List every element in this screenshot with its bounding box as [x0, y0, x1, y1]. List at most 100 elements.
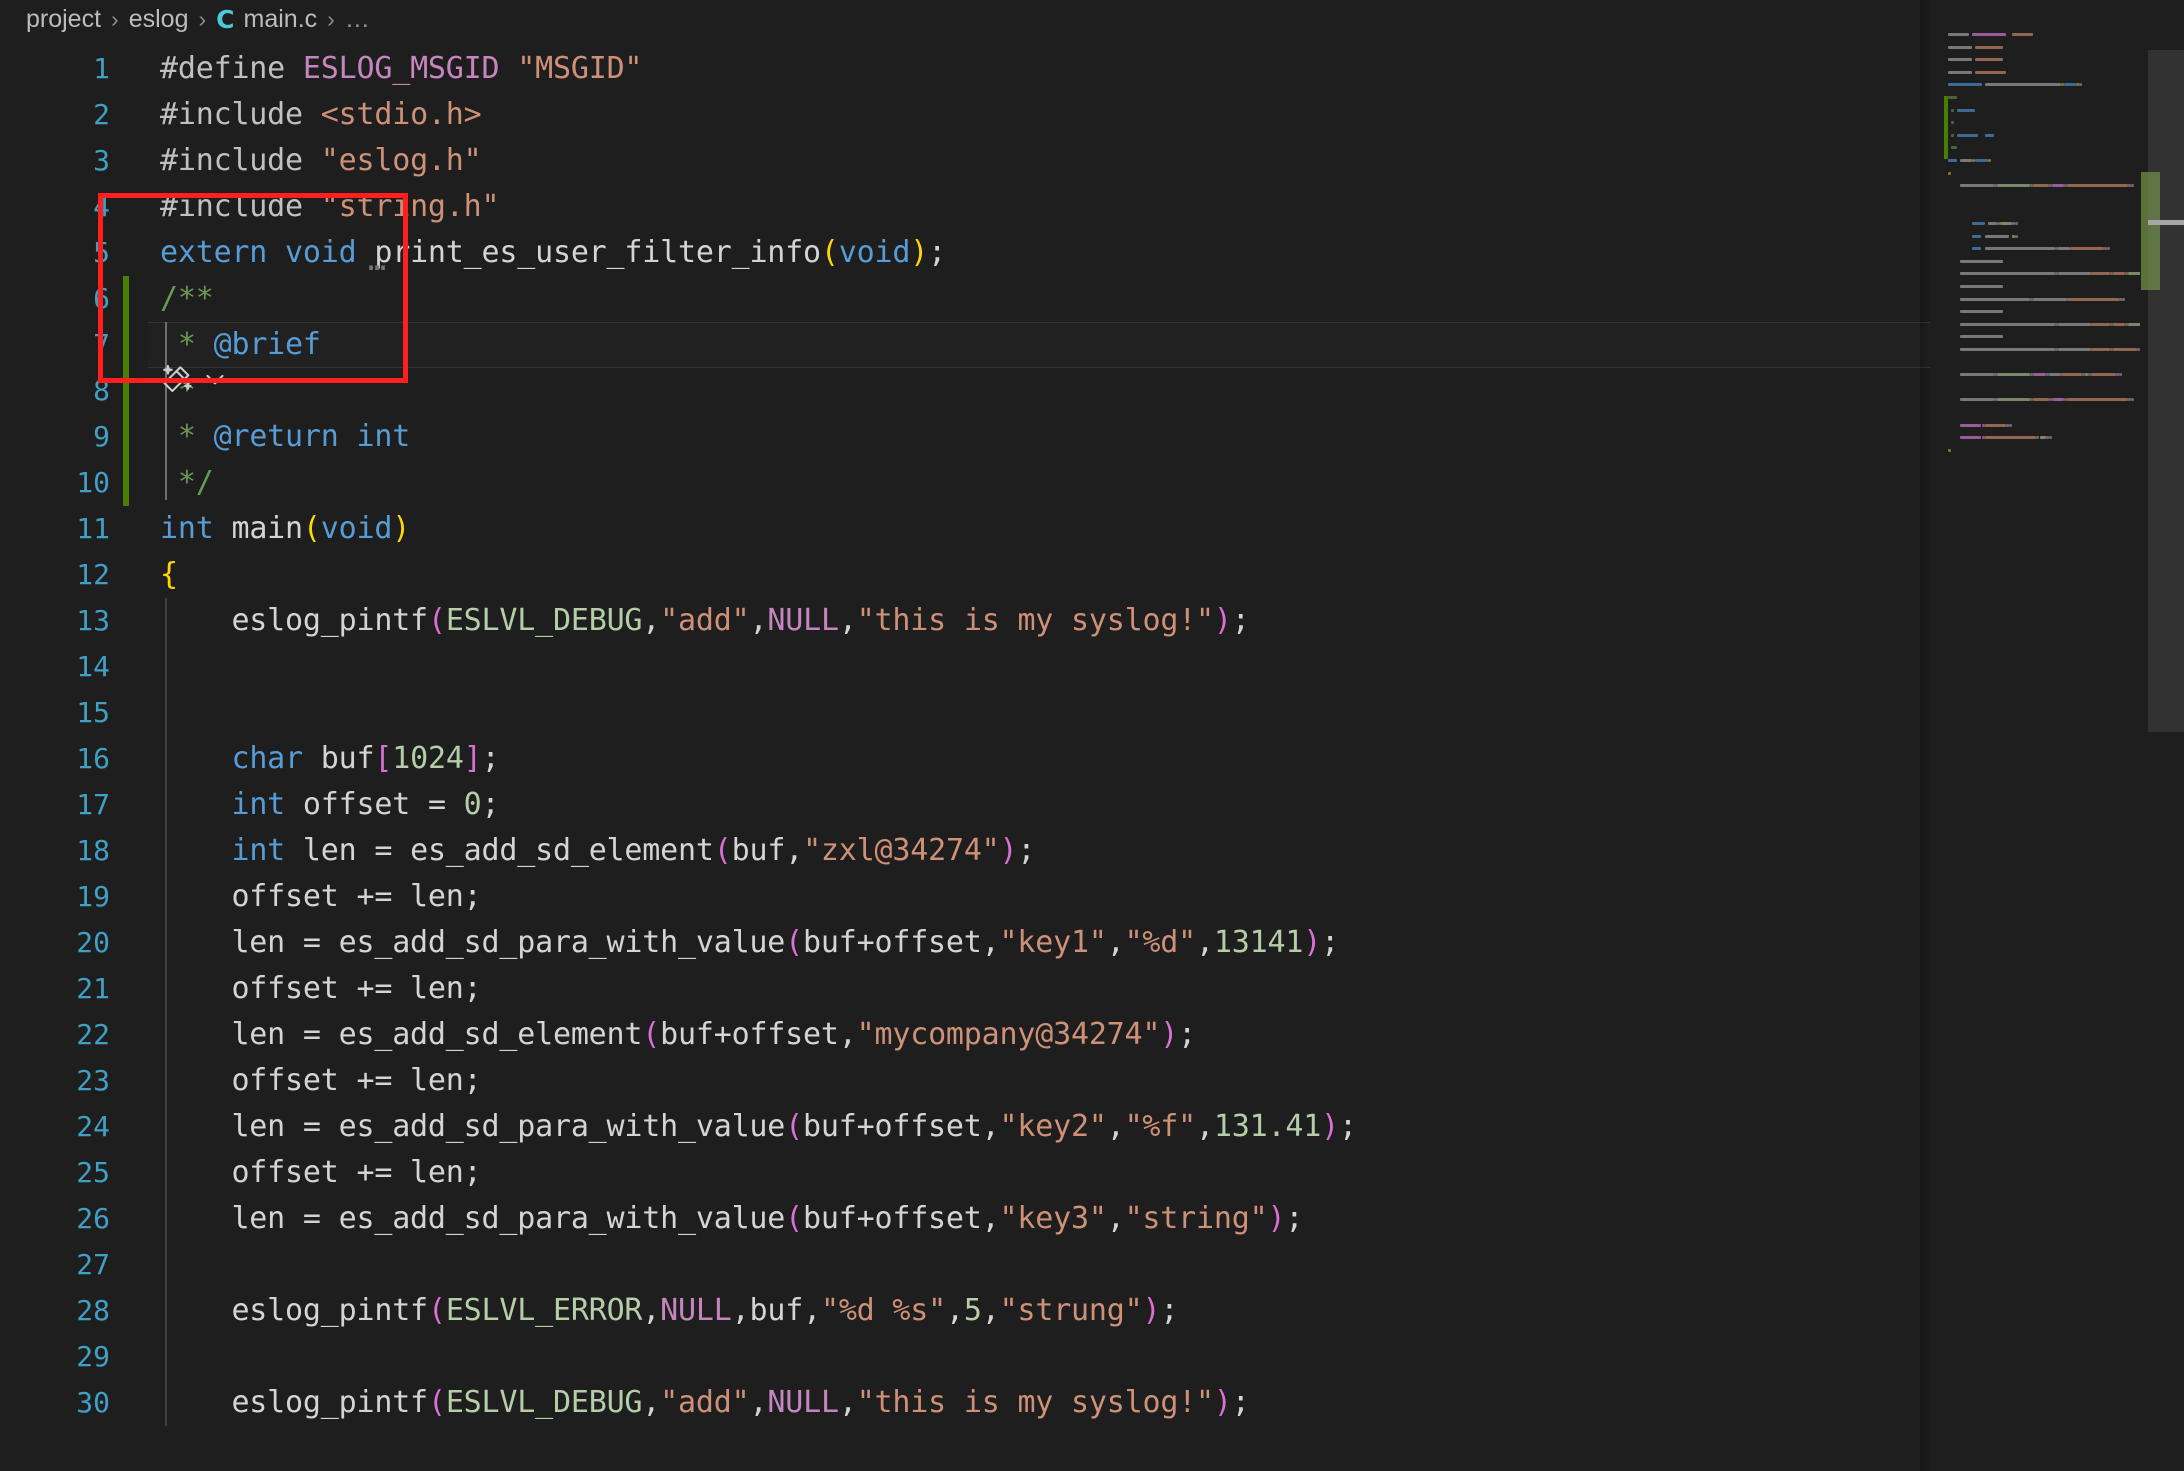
minimap-line-segment: [1948, 58, 1973, 62]
code-line[interactable]: 2 #include <stdio.h>: [0, 92, 2184, 138]
code-token: "%d %s": [820, 1293, 946, 1328]
code-line-content[interactable]: len = es_add_sd_para_with_value(buf+offs…: [160, 920, 1339, 966]
code-line[interactable]: 1 #define ESLOG_MSGID "MSGID": [0, 46, 2184, 92]
code-line-content[interactable]: offset += len;: [160, 1150, 481, 1196]
code-token: ESLOG_MSGID: [302, 51, 500, 86]
code-line[interactable]: 30 eslog_pintf(ESLVL_DEBUG,"add",NULL,"t…: [0, 1380, 2184, 1426]
code-line-content[interactable]: * @return int: [160, 414, 410, 460]
code-line-content[interactable]: int len = es_add_sd_element(buf,"zxl@342…: [160, 828, 1035, 874]
code-line[interactable]: 15: [0, 690, 2184, 736]
code-line-content[interactable]: offset += len;: [160, 874, 481, 920]
code-line[interactable]: 3 #include "eslog.h": [0, 138, 2184, 184]
code-line-content[interactable]: offset += len;: [160, 966, 481, 1012]
minimap[interactable]: [1930, 0, 2140, 1433]
code-line[interactable]: 23 offset += len;: [0, 1058, 2184, 1104]
breadcrumb-separator-icon: ›: [198, 5, 207, 32]
code-token: ;: [1231, 1385, 1250, 1420]
minimap-slider[interactable]: [2148, 50, 2184, 732]
code-line[interactable]: 8 *: [0, 368, 2184, 414]
breadcrumb[interactable]: project › eslog › C main.c › …: [0, 0, 2184, 38]
code-line[interactable]: 16 char buf[1024];: [0, 736, 2184, 782]
code-line[interactable]: 13 eslog_pintf(ESLVL_DEBUG,"add",NULL,"t…: [0, 598, 2184, 644]
code-line-content[interactable]: #define ESLOG_MSGID "MSGID": [160, 46, 642, 92]
code-token: (: [427, 603, 446, 638]
minimap-line-segment: [2131, 398, 2134, 402]
code-line[interactable]: 20 len = es_add_sd_para_with_value(buf+o…: [0, 920, 2184, 966]
code-line[interactable]: 17 int offset = 0;: [0, 782, 2184, 828]
minimap-line-segment: [2057, 272, 2092, 276]
code-token: (: [427, 1293, 446, 1328]
code-token: (: [820, 235, 839, 270]
line-number: 11: [76, 512, 110, 545]
chevron-down-icon[interactable]: [200, 364, 230, 394]
line-number: 5: [93, 236, 110, 269]
code-editor[interactable]: 1 #define ESLOG_MSGID "MSGID" 2 #include <s…: [0, 38, 2184, 1471]
code-line[interactable]: 11 int main(void): [0, 506, 2184, 552]
code-line[interactable]: 12 {: [0, 552, 2184, 598]
breadcrumb-item-project[interactable]: project: [26, 5, 101, 34]
code-line[interactable]: 25 offset += len;: [0, 1150, 2184, 1196]
line-number: 4: [93, 190, 110, 223]
code-line[interactable]: 22 len = es_add_sd_element(buf+offset,"m…: [0, 1012, 2184, 1058]
code-token: "this is my syslog!": [856, 1385, 1214, 1420]
code-token: "string.h": [320, 189, 500, 224]
minimap-line-segment: [1960, 285, 2003, 288]
code-line[interactable]: 27: [0, 1242, 2184, 1288]
code-line[interactable]: 21 offset += len;: [0, 966, 2184, 1012]
code-token: ;: [1160, 1293, 1179, 1328]
code-line-content[interactable]: int offset = 0;: [160, 782, 499, 828]
code-line[interactable]: 19 offset += len;: [0, 874, 2184, 920]
code-line-content[interactable]: eslog_pintf(ESLVL_ERROR,NULL,buf,"%d %s"…: [160, 1288, 1178, 1334]
inline-suggestion-marker[interactable]: …: [368, 243, 388, 278]
code-line-content[interactable]: #include "string.h": [160, 184, 500, 230]
code-line[interactable]: 29: [0, 1334, 2184, 1380]
code-line-content[interactable]: */: [160, 460, 214, 506]
code-token: ,: [749, 1385, 768, 1420]
sparkle-wand-icon[interactable]: [160, 363, 194, 395]
minimap-line-segment: [2112, 322, 2125, 326]
code-token: ,: [838, 1385, 857, 1420]
code-line-content[interactable]: len = es_add_sd_para_with_value(buf+offs…: [160, 1196, 1303, 1242]
code-line[interactable]: 14: [0, 644, 2184, 690]
code-line-content[interactable]: extern void print_es_user_filter_info(vo…: [160, 230, 946, 276]
minimap-line-segment: [1984, 234, 2009, 238]
code-line[interactable]: 5 extern void print_es_user_filter_info(v…: [0, 230, 2184, 276]
code-line[interactable]: 10 */: [0, 460, 2184, 506]
minimap-line-segment: [2015, 234, 2019, 238]
code-line[interactable]: 24 len = es_add_sd_para_with_value(buf+o…: [0, 1104, 2184, 1150]
code-token: len = es_add_sd_element: [285, 833, 714, 868]
code-line-content[interactable]: int main(void): [160, 506, 410, 552]
code-line[interactable]: 6 /**: [0, 276, 2184, 322]
code-line-content[interactable]: char buf[1024];: [160, 736, 499, 782]
code-token: ,: [749, 603, 768, 638]
code-line[interactable]: 18 int len = es_add_sd_element(buf,"zxl@…: [0, 828, 2184, 874]
copilot-inline-action-widget[interactable]: [160, 362, 230, 396]
code-line-content[interactable]: eslog_pintf(ESLVL_DEBUG,"add",NULL,"this…: [160, 1380, 1250, 1426]
line-number: 28: [76, 1294, 110, 1327]
code-token: ): [1213, 1385, 1232, 1420]
code-line[interactable]: 9 * @return int: [0, 414, 2184, 460]
minimap-line-segment: [2118, 373, 2122, 377]
code-line-content[interactable]: #include "eslog.h": [160, 138, 482, 184]
minimap-line-segment: [1975, 70, 2006, 74]
code-line-content[interactable]: eslog_pintf(ESLVL_DEBUG,"add",NULL,"this…: [160, 598, 1249, 644]
breadcrumb-item-mainc[interactable]: main.c: [244, 5, 318, 34]
code-line-content[interactable]: /**: [160, 276, 214, 322]
code-line-content[interactable]: {: [160, 552, 178, 598]
code-line[interactable]: 4 #include "string.h": [0, 184, 2184, 230]
minimap-line-segment: [1960, 159, 1973, 162]
breadcrumb-item-eslog[interactable]: eslog: [129, 5, 189, 34]
code-line[interactable]: 26 len = es_add_sd_para_with_value(buf+o…: [0, 1196, 2184, 1242]
code-token: ): [392, 511, 411, 546]
code-line-content[interactable]: offset += len;: [160, 1058, 481, 1104]
code-token: ): [910, 235, 929, 270]
line-number: 8: [93, 374, 110, 407]
code-token: ): [1321, 1109, 1339, 1144]
code-line[interactable]: 28 eslog_pintf(ESLVL_ERROR,NULL,buf,"%d …: [0, 1288, 2184, 1334]
minimap-line-segment: [1972, 222, 1985, 225]
code-line-content[interactable]: len = es_add_sd_para_with_value(buf+offs…: [160, 1104, 1357, 1150]
breadcrumb-overflow[interactable]: …: [345, 5, 371, 34]
code-line[interactable]: 7 * @brief: [0, 322, 2184, 368]
code-line-content[interactable]: len = es_add_sd_element(buf+offset,"myco…: [160, 1012, 1196, 1058]
code-line-content[interactable]: #include <stdio.h>: [160, 92, 482, 138]
